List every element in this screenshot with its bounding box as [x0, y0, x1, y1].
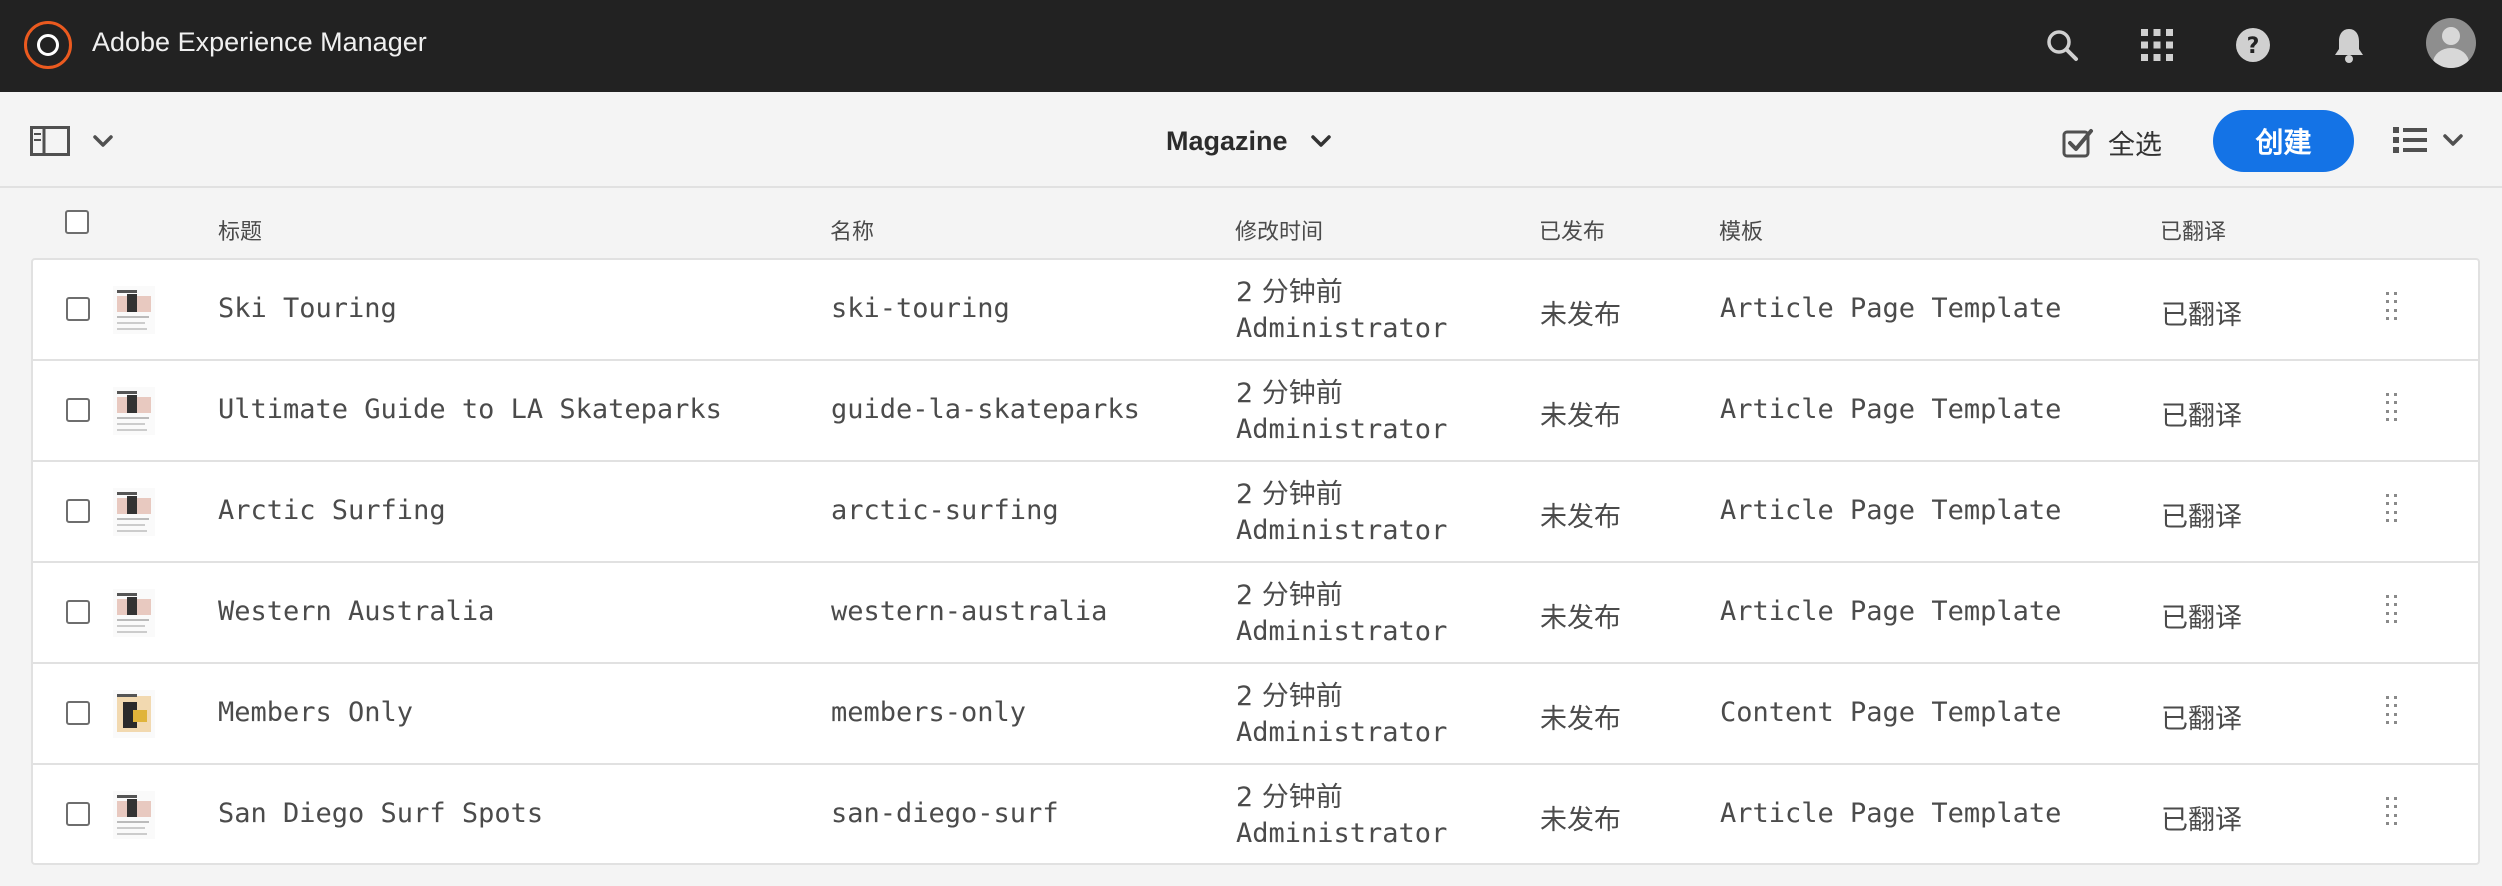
action-bar: Magazine 全选 创建: [0, 92, 2502, 188]
row-checkbox[interactable]: [66, 297, 90, 321]
drag-handle-icon[interactable]: [2386, 595, 2398, 625]
table-row[interactable]: Arctic Surfing arctic-surfing 2 分钟前 Admi…: [33, 462, 2478, 563]
row-checkbox[interactable]: [66, 398, 90, 422]
sidebar-panel-icon: [30, 126, 70, 156]
row-translated: 已翻译: [2161, 805, 2242, 836]
row-checkbox[interactable]: [66, 802, 90, 826]
row-translated: 已翻译: [2161, 603, 2242, 634]
select-all-label: 全选: [2108, 130, 2162, 161]
column-header-published[interactable]: 已发布: [1539, 214, 1605, 246]
row-template: Article Page Template: [1720, 293, 2062, 324]
help-icon[interactable]: ?: [2230, 22, 2276, 68]
row-modified-by: Administrator: [1236, 414, 1448, 445]
select-all-rows-checkbox[interactable]: [65, 210, 89, 234]
row-modified-time: 2 分钟前: [1236, 782, 1343, 813]
row-translated: 已翻译: [2161, 401, 2242, 432]
create-button[interactable]: 创建: [2213, 110, 2354, 172]
row-modified-by: Administrator: [1236, 717, 1448, 748]
chevron-down-icon: [2443, 134, 2463, 146]
page-thumbnail: [113, 589, 155, 637]
select-all-checkbox-icon: [2062, 128, 2093, 157]
row-name: san-diego-surf: [831, 798, 1059, 829]
row-published: 未发布: [1540, 603, 1621, 634]
apps-grid-icon[interactable]: [2134, 22, 2180, 68]
row-translated: 已翻译: [2161, 502, 2242, 533]
chevron-down-icon: [1311, 135, 1331, 147]
page-thumbnail: [113, 488, 155, 536]
breadcrumb-title[interactable]: Magazine: [1166, 126, 1288, 157]
row-published: 未发布: [1540, 502, 1621, 533]
select-all-button[interactable]: 全选: [2062, 123, 2162, 162]
row-name: members-only: [831, 697, 1027, 728]
row-checkbox[interactable]: [66, 701, 90, 725]
rail-toggle-button[interactable]: [30, 126, 114, 156]
row-template: Article Page Template: [1720, 798, 2062, 829]
column-header-name[interactable]: 名称: [830, 214, 874, 246]
row-name: arctic-surfing: [831, 495, 1059, 526]
row-translated: 已翻译: [2161, 300, 2242, 331]
row-translated: 已翻译: [2161, 704, 2242, 735]
row-modified-time: 2 分钟前: [1236, 378, 1343, 409]
row-template: Article Page Template: [1720, 495, 2062, 526]
row-name: western-australia: [831, 596, 1108, 627]
drag-handle-icon[interactable]: [2386, 393, 2398, 423]
table-row[interactable]: Ski Touring ski-touring 2 分钟前 Administra…: [33, 260, 2478, 361]
chevron-down-icon: [93, 135, 113, 147]
row-title: Western Australia: [218, 596, 495, 627]
row-name: guide-la-skateparks: [831, 394, 1140, 425]
table-row[interactable]: Members Only members-only 2 分钟前 Administ…: [33, 664, 2478, 765]
table-row[interactable]: Ultimate Guide to LA Skateparks guide-la…: [33, 361, 2478, 462]
row-modified-time: 2 分钟前: [1236, 580, 1343, 611]
pages-table: Ski Touring ski-touring 2 分钟前 Administra…: [31, 258, 2480, 865]
svg-text:?: ?: [2247, 34, 2260, 59]
row-title: Ski Touring: [218, 293, 397, 324]
shell-header: Adobe Experience Manager ?: [0, 0, 2502, 92]
app-title[interactable]: Adobe Experience Manager: [92, 27, 427, 58]
page-thumbnail: [113, 791, 155, 839]
page-thumbnail: [113, 286, 155, 334]
row-published: 未发布: [1540, 401, 1621, 432]
row-modified-by: Administrator: [1236, 818, 1448, 849]
row-template: Article Page Template: [1720, 394, 2062, 425]
row-checkbox[interactable]: [66, 499, 90, 523]
row-modified-time: 2 分钟前: [1236, 277, 1343, 308]
search-icon[interactable]: [2039, 22, 2085, 68]
row-modified-time: 2 分钟前: [1236, 479, 1343, 510]
list-view-icon: [2393, 127, 2427, 153]
drag-handle-icon[interactable]: [2386, 494, 2398, 524]
row-published: 未发布: [1540, 300, 1621, 331]
row-title: San Diego Surf Spots: [218, 798, 544, 829]
row-checkbox[interactable]: [66, 600, 90, 624]
row-template: Content Page Template: [1720, 697, 2062, 728]
column-header-title[interactable]: 标题: [218, 214, 262, 246]
page-thumbnail: [113, 690, 155, 738]
drag-handle-icon[interactable]: [2386, 797, 2398, 827]
row-modified-by: Administrator: [1236, 313, 1448, 344]
row-title: Arctic Surfing: [218, 495, 446, 526]
table-row[interactable]: San Diego Surf Spots san-diego-surf 2 分钟…: [33, 765, 2478, 866]
notifications-bell-icon[interactable]: [2326, 22, 2372, 68]
row-template: Article Page Template: [1720, 596, 2062, 627]
column-header-template[interactable]: 模板: [1719, 214, 1763, 246]
row-name: ski-touring: [831, 293, 1010, 324]
user-avatar[interactable]: [2426, 18, 2476, 68]
drag-handle-icon[interactable]: [2386, 696, 2398, 726]
column-header-modified[interactable]: 修改时间: [1235, 214, 1323, 246]
table-header: 标题 名称 修改时间 已发布 模板 已翻译: [0, 190, 2502, 258]
drag-handle-icon[interactable]: [2386, 292, 2398, 322]
row-modified-by: Administrator: [1236, 515, 1448, 546]
view-switcher[interactable]: [2392, 125, 2464, 155]
row-modified-by: Administrator: [1236, 616, 1448, 647]
adobe-experience-manager-logo[interactable]: [24, 21, 72, 69]
row-title: Ultimate Guide to LA Skateparks: [218, 394, 722, 425]
page-thumbnail: [113, 387, 155, 435]
table-row[interactable]: Western Australia western-australia 2 分钟…: [33, 563, 2478, 664]
breadcrumb-dropdown[interactable]: [1310, 134, 1332, 148]
row-published: 未发布: [1540, 704, 1621, 735]
column-header-translated[interactable]: 已翻译: [2160, 214, 2226, 246]
row-title: Members Only: [218, 697, 414, 728]
row-published: 未发布: [1540, 805, 1621, 836]
row-modified-time: 2 分钟前: [1236, 681, 1343, 712]
